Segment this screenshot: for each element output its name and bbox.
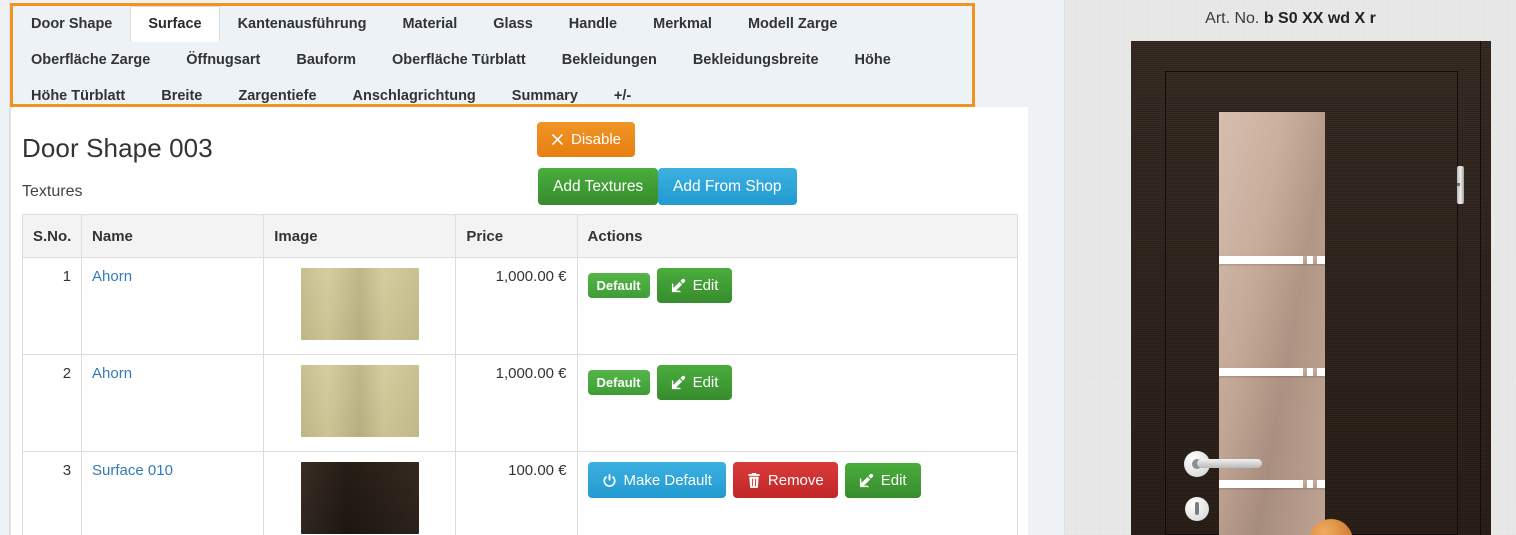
door-stripe-inlay: [1219, 480, 1325, 488]
default-badge: Default: [587, 370, 650, 395]
tab-material[interactable]: Material: [384, 6, 475, 42]
action-button-group: Make Default Remove Edit: [587, 462, 1007, 498]
art-no: Art. No. b S0 XX wd X r: [1065, 10, 1516, 28]
action-button-group: Default Edit: [587, 268, 1007, 303]
tab-handle[interactable]: Handle: [551, 6, 635, 42]
tab-hoehe[interactable]: Höhe: [837, 42, 909, 78]
cell-image: [263, 451, 457, 535]
cell-price: 100.00 €: [455, 451, 578, 535]
tab-modell-zarge[interactable]: Modell Zarge: [730, 6, 855, 42]
edit-button-label: Edit: [880, 471, 907, 489]
cell-image: [263, 257, 457, 355]
cell-price: 1,000.00 €: [455, 354, 578, 452]
add-textures-button-label: Add Textures: [553, 177, 644, 195]
cell-name: Surface 010: [81, 451, 265, 535]
edit-button[interactable]: Edit: [844, 462, 921, 498]
edit-button-label: Edit: [692, 277, 719, 294]
tab-kantenausfuehrung[interactable]: Kantenausführung: [220, 6, 385, 42]
cell-actions: Default Edit: [576, 354, 1019, 452]
cell-actions: Default Edit: [576, 257, 1019, 355]
tab-merkmal[interactable]: Merkmal: [635, 6, 730, 42]
door-stripe-inlay: [1219, 256, 1325, 264]
table-row: 1 Ahorn 1,000.00 € Default Edit: [21, 257, 1019, 355]
door-keyhole: [1185, 497, 1209, 521]
remove-button-label: Remove: [767, 471, 824, 489]
disable-button-label: Disable: [571, 131, 622, 148]
texture-name-link[interactable]: Surface 010: [92, 462, 173, 479]
tab-row-2: Oberfläche Zarge Öffnugsart Bauform Ober…: [13, 42, 972, 78]
column-header-image: Image: [263, 214, 457, 258]
column-header-name: Name: [81, 214, 265, 258]
art-no-label: Art. No.: [1205, 10, 1260, 27]
add-from-shop-button[interactable]: Add From Shop: [658, 168, 797, 205]
make-default-button[interactable]: Make Default: [587, 462, 726, 498]
default-badge: Default: [587, 273, 650, 298]
texture-swatch: [300, 365, 419, 437]
door-frame-right-edge: [1480, 41, 1481, 535]
add-from-shop-button-label: Add From Shop: [673, 177, 782, 195]
trash-icon: [747, 472, 761, 488]
textures-table: S.No. Name Image Price Actions 1 Ahorn 1…: [21, 214, 1019, 535]
door-handle-lever: [1197, 459, 1262, 468]
configurator-tabs-panel: Door Shape Surface Kantenausführung Mate…: [10, 3, 975, 107]
remove-button[interactable]: Remove: [732, 462, 838, 498]
door-preview[interactable]: [1131, 41, 1491, 535]
door-hinge: [1457, 166, 1464, 204]
textures-table-wrapper: S.No. Name Image Price Actions 1 Ahorn 1…: [21, 214, 1019, 535]
cell-image: [263, 354, 457, 452]
cell-sno: 3: [21, 451, 83, 535]
tab-oberflaeche-tuerblatt[interactable]: Oberfläche Türblatt: [374, 42, 544, 78]
edit-pencil-icon: [671, 375, 686, 390]
table-row: 3 Surface 010 100.00 € Make Default Remo…: [21, 451, 1019, 535]
tab-row-1: Door Shape Surface Kantenausführung Mate…: [13, 6, 972, 42]
close-icon: [551, 133, 564, 146]
column-header-actions: Actions: [576, 214, 1019, 258]
add-textures-button[interactable]: Add Textures: [538, 168, 659, 205]
left-gutter: [0, 0, 10, 535]
edit-pencil-icon: [671, 278, 686, 293]
table-header-row: S.No. Name Image Price Actions: [21, 214, 1019, 258]
texture-swatch: [300, 462, 419, 534]
edit-pencil-icon: [859, 473, 874, 488]
texture-name-link[interactable]: Ahorn: [92, 268, 132, 285]
column-header-sno: S.No.: [21, 214, 83, 258]
cell-name: Ahorn: [81, 354, 265, 452]
tab-surface[interactable]: Surface: [130, 6, 220, 42]
tab-glass[interactable]: Glass: [475, 6, 551, 42]
cell-sno: 2: [21, 354, 83, 452]
make-default-button-label: Make Default: [623, 471, 712, 489]
art-no-value: b S0 XX wd X r: [1263, 10, 1376, 27]
edit-button-label: Edit: [692, 374, 719, 391]
tab-oberflaeche-zarge[interactable]: Oberfläche Zarge: [13, 42, 168, 78]
cell-actions: Make Default Remove Edit: [576, 451, 1019, 535]
texture-swatch: [300, 268, 419, 340]
app-root: Door Shape Surface Kantenausführung Mate…: [0, 0, 1516, 535]
page-title: Door Shape 003: [22, 133, 213, 163]
cell-price: 1,000.00 €: [455, 257, 578, 355]
table-row: 2 Ahorn 1,000.00 € Default Edit: [21, 354, 1019, 452]
edit-button[interactable]: Edit: [656, 365, 733, 400]
action-button-group: Default Edit: [587, 365, 1007, 400]
disable-button[interactable]: Disable: [537, 122, 636, 157]
edit-button[interactable]: Edit: [656, 268, 733, 303]
tab-door-shape[interactable]: Door Shape: [13, 6, 130, 42]
cell-sno: 1: [21, 257, 83, 355]
column-header-price: Price: [455, 214, 578, 258]
tab-bauform[interactable]: Bauform: [278, 42, 374, 78]
door-stripe-inlay: [1219, 368, 1325, 376]
tab-bekleidungsbreite[interactable]: Bekleidungsbreite: [675, 42, 837, 78]
texture-name-link[interactable]: Ahorn: [92, 365, 132, 382]
textures-section-label: Textures: [22, 183, 83, 200]
main-content-panel: Door Shape 003 Textures Disable Add Text…: [10, 107, 1028, 535]
tab-bekleidungen[interactable]: Bekleidungen: [544, 42, 675, 78]
cell-name: Ahorn: [81, 257, 265, 355]
door-leaf: [1219, 112, 1325, 535]
power-icon: [602, 473, 617, 488]
tab-oeffnugsart[interactable]: Öffnugsart: [168, 42, 278, 78]
preview-divider: [1064, 0, 1065, 535]
